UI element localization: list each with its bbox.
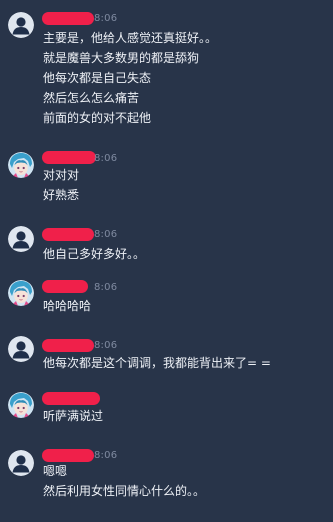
- message-body: 嗯嗯 然后利用女性同情心什么的。。: [43, 461, 205, 501]
- message: 8:06 对对对 好熟悉: [0, 140, 333, 212]
- sender-name-redacted: [42, 151, 96, 164]
- anime-girl-avatar-icon[interactable]: [8, 280, 34, 306]
- message-body: 对对对 好熟悉: [43, 165, 79, 205]
- message-text: 他每次都是这个调调，我都能背出来了= =: [43, 356, 271, 370]
- message-text: 他每次都是自己失态: [43, 71, 152, 85]
- message-text: 嗯嗯: [43, 464, 68, 478]
- anime-girl-avatar-icon[interactable]: [8, 152, 34, 178]
- default-user-avatar-icon[interactable]: [8, 336, 34, 362]
- message: 听萨满说过: [0, 382, 333, 436]
- message-timestamp: 8:06: [94, 153, 118, 164]
- message-text: 然后怎么怎么痛苦: [43, 91, 140, 105]
- sender-name-redacted: [42, 392, 100, 405]
- message: 8:06 他自己多好多好。。: [0, 214, 333, 266]
- sender-name-redacted: [42, 12, 94, 25]
- message-timestamp: 8:06: [94, 13, 118, 24]
- message-text: 主要是，他给人感觉还真挺好。。: [43, 31, 218, 45]
- chat-window: 8:06 主要是，他给人感觉还真挺好。。 就是魔兽大多数男的都是舔狗 他每次都是…: [0, 0, 333, 522]
- message: 8:06 主要是，他给人感觉还真挺好。。 就是魔兽大多数男的都是舔狗 他每次都是…: [0, 0, 333, 138]
- message-body: 他自己多好多好。。: [43, 244, 145, 264]
- anime-girl-avatar-icon[interactable]: [8, 392, 34, 418]
- message-text: 好熟悉: [43, 188, 80, 202]
- message: 8:06 嗯嗯 然后利用女性同情心什么的。。: [0, 438, 333, 522]
- default-user-avatar-icon[interactable]: [8, 226, 34, 252]
- message-body: 哈哈哈哈: [43, 296, 91, 316]
- message-text: 听萨满说过: [43, 409, 104, 423]
- message-timestamp: 8:06: [94, 340, 118, 351]
- message-body: 主要是，他给人感觉还真挺好。。 就是魔兽大多数男的都是舔狗 他每次都是自己失态 …: [43, 28, 217, 128]
- default-user-avatar-icon[interactable]: [8, 450, 34, 476]
- message: 8:06 他每次都是这个调调，我都能背出来了= =: [0, 324, 333, 380]
- message: 8:06 哈哈哈哈: [0, 268, 333, 320]
- message-text: 对对对: [43, 168, 80, 182]
- message-text: 就是魔兽大多数男的都是舔狗: [43, 51, 200, 65]
- default-user-avatar-icon[interactable]: [8, 12, 34, 38]
- message-text: 哈哈哈哈: [43, 299, 92, 313]
- message-body: 他每次都是这个调调，我都能背出来了= =: [43, 353, 271, 373]
- message-text: 然后利用女性同情心什么的。。: [43, 484, 206, 498]
- message-text: 前面的女的对不起他: [43, 111, 152, 125]
- message-body: 听萨满说过: [43, 406, 103, 426]
- message-timestamp: 8:06: [94, 282, 118, 293]
- sender-name-redacted: [42, 228, 94, 241]
- message-text: 他自己多好多好。。: [43, 247, 146, 261]
- message-timestamp: 8:06: [94, 229, 118, 240]
- sender-name-redacted: [42, 280, 88, 293]
- sender-name-redacted: [42, 339, 94, 352]
